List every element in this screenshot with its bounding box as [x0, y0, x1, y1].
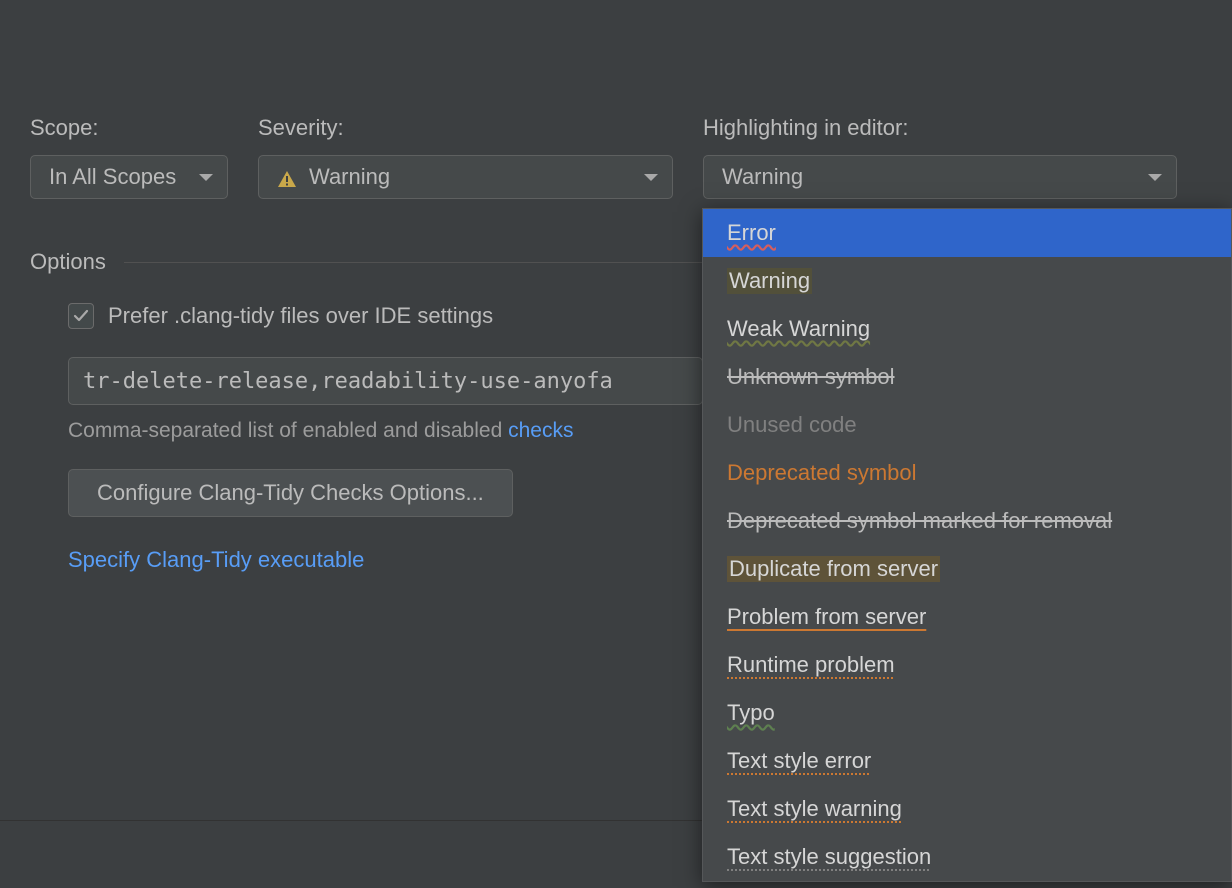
options-title: Options	[30, 249, 106, 275]
scope-label: Scope:	[30, 115, 228, 141]
highlighting-option[interactable]: Runtime problem	[703, 641, 1231, 689]
highlighting-option-label: Runtime problem	[727, 652, 895, 678]
chevron-down-icon	[199, 174, 213, 181]
highlighting-option-label: Duplicate from server	[727, 556, 940, 582]
chevron-down-icon	[644, 174, 658, 181]
chevron-down-icon	[1148, 174, 1162, 181]
highlighting-option-label: Error	[727, 220, 776, 246]
highlighting-option[interactable]: Weak Warning	[703, 305, 1231, 353]
severity-dropdown[interactable]: Warning	[258, 155, 673, 199]
highlighting-option-label: Text style suggestion	[727, 844, 931, 870]
highlighting-option-label: Deprecated symbol marked for removal	[727, 508, 1112, 534]
configure-checks-label: Configure Clang-Tidy Checks Options...	[97, 480, 484, 506]
scope-dropdown[interactable]: In All Scopes	[30, 155, 228, 199]
scope-value: In All Scopes	[49, 164, 176, 190]
highlighting-option[interactable]: Text style warning	[703, 785, 1231, 833]
highlighting-option-label: Unknown symbol	[727, 364, 895, 390]
highlighting-option[interactable]: Unknown symbol	[703, 353, 1231, 401]
highlighting-option-label: Weak Warning	[727, 316, 870, 342]
severity-label: Severity:	[258, 115, 673, 141]
highlighting-option-label: Unused code	[727, 412, 857, 438]
highlighting-label: Highlighting in editor:	[703, 115, 1177, 141]
highlighting-option-label: Text style error	[727, 748, 871, 774]
prefer-clang-tidy-label: Prefer .clang-tidy files over IDE settin…	[108, 303, 493, 329]
highlighting-option[interactable]: Deprecated symbol marked for removal	[703, 497, 1231, 545]
check-icon	[73, 308, 89, 324]
helper-text-prefix: Comma-separated list of enabled and disa…	[68, 419, 508, 442]
highlighting-option-label: Deprecated symbol	[727, 460, 917, 486]
highlighting-option-label: Warning	[727, 268, 812, 294]
highlighting-option[interactable]: Deprecated symbol	[703, 449, 1231, 497]
highlighting-value: Warning	[722, 164, 803, 190]
prefer-clang-tidy-checkbox[interactable]	[68, 303, 94, 329]
highlighting-option[interactable]: Unused code	[703, 401, 1231, 449]
checks-link[interactable]: checks	[508, 419, 573, 442]
specify-executable-link[interactable]: Specify Clang-Tidy executable	[68, 547, 364, 573]
warning-icon	[277, 168, 297, 186]
highlighting-option-label: Text style warning	[727, 796, 902, 822]
highlighting-option[interactable]: Text style error	[703, 737, 1231, 785]
highlighting-option[interactable]: Text style suggestion	[703, 833, 1231, 881]
checks-input[interactable]: tr-delete-release,readability-use-anyofa	[68, 357, 703, 405]
highlighting-popup: Error Warning Weak Warning Unknown symbol Un…	[702, 208, 1232, 882]
configure-checks-button[interactable]: Configure Clang-Tidy Checks Options...	[68, 469, 513, 517]
highlighting-option[interactable]: Typo	[703, 689, 1231, 737]
highlighting-option[interactable]: Warning	[703, 257, 1231, 305]
highlighting-option[interactable]: Error	[703, 209, 1231, 257]
severity-value: Warning	[309, 164, 390, 190]
highlighting-option[interactable]: Duplicate from server	[703, 545, 1231, 593]
highlighting-dropdown[interactable]: Warning	[703, 155, 1177, 199]
highlighting-option-label: Problem from server	[727, 604, 926, 630]
checks-input-value: tr-delete-release,readability-use-anyofa	[83, 369, 613, 394]
highlighting-option[interactable]: Problem from server	[703, 593, 1231, 641]
highlighting-option-label: Typo	[727, 700, 775, 726]
